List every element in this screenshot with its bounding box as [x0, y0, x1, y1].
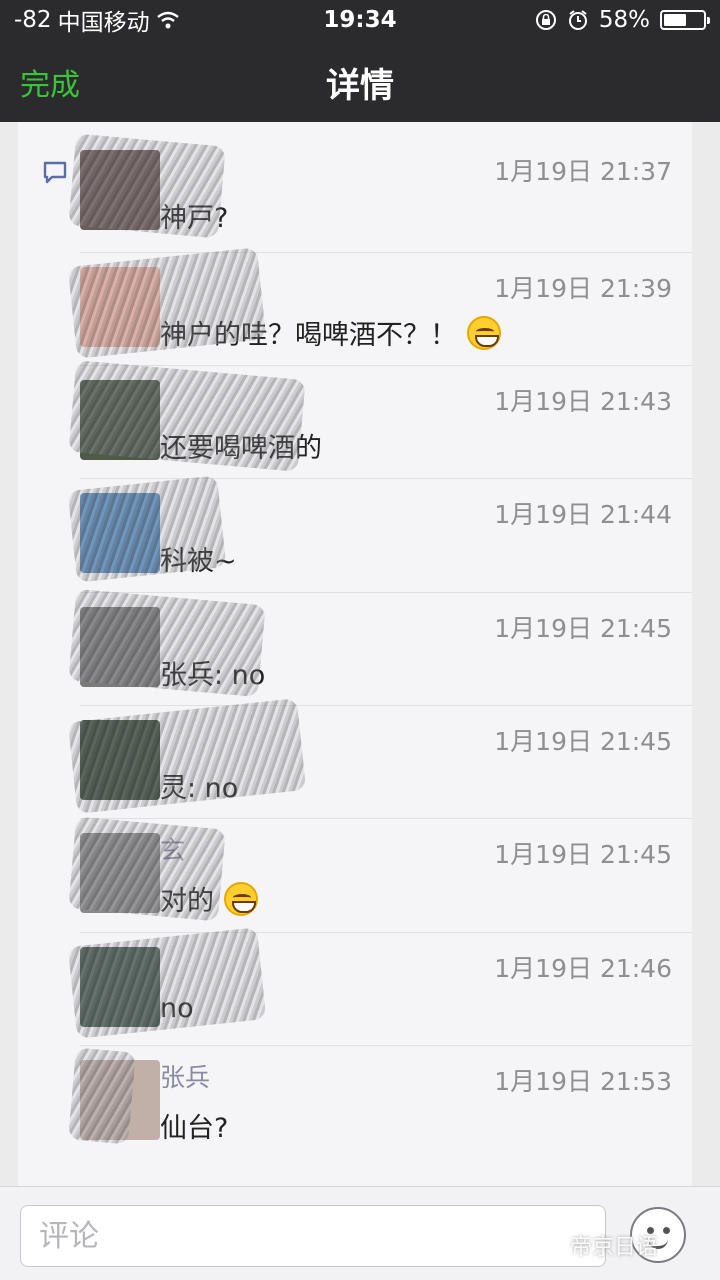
comment-row[interactable]: 张兵 1月19日 21:53 仙台?	[68, 1045, 692, 1158]
comment-row[interactable]: 1月19日 21:45张兵: no	[68, 588, 692, 705]
comment-time: 1月19日 21:37	[494, 157, 672, 186]
signal-strength: -82	[14, 7, 52, 33]
commenter-name[interactable]: 张兵	[160, 1058, 210, 1094]
emoji-eye-right	[663, 1227, 670, 1234]
watermark: 帝京日语	[570, 1235, 659, 1260]
battery-percent: 58%	[598, 7, 650, 33]
grin-emoji-icon	[467, 315, 501, 350]
redaction-scribble	[68, 1047, 136, 1145]
carrier-name: 中国移动	[57, 10, 150, 36]
comment-time: 1月19日 21:46	[494, 954, 672, 983]
comment-icon	[43, 161, 67, 184]
comment-time: 1月19日 21:39	[494, 274, 672, 303]
comment-row[interactable]: 1月19日 21:46no	[67, 927, 692, 1045]
comment-row[interactable]: 1月19日 21:39 神户的哇？喝啤酒不？！	[67, 247, 692, 365]
redaction-scribble	[68, 133, 226, 239]
comment-time: 1月19日 21:45	[494, 727, 672, 756]
comment-input[interactable]	[20, 1205, 606, 1267]
redaction-scribble	[67, 927, 267, 1039]
comment-row[interactable]: 1月19日 21:45灵: no	[67, 698, 692, 818]
comment-time: 1月19日 21:43	[494, 387, 672, 416]
battery-fill	[664, 14, 687, 26]
comment-row[interactable]: 1月19日 21:43还要喝啤酒的	[68, 360, 692, 478]
comment-row[interactable]: 1月19日 21:37神戸?	[68, 133, 692, 249]
comment-time: 1月19日 21:45	[494, 614, 672, 643]
comment-time: 1月19日 21:53	[494, 1067, 672, 1096]
battery-icon	[660, 10, 710, 30]
comment-text: 仙台?	[160, 1113, 229, 1144]
comment-row[interactable]: 玄1月19日 21:45对的	[68, 816, 692, 931]
redaction-scribble	[68, 816, 226, 922]
orientation-lock-icon	[535, 10, 556, 30]
page-title: 详情	[326, 66, 394, 106]
comment-time: 1月19日 21:45	[494, 840, 672, 869]
status-bar: -82 中国移动 19:34 58%	[0, 0, 720, 40]
comment-text-wrap: 仙台?	[160, 1106, 228, 1145]
comment-row[interactable]: 1月19日 21:44科被~	[67, 475, 692, 591]
comment-bar: 帝京日语	[0, 1186, 720, 1280]
redaction-scribble	[67, 475, 227, 583]
grin-emoji-icon	[224, 881, 258, 916]
redaction-scribble	[68, 588, 266, 698]
wifi-icon	[156, 11, 179, 29]
comment-time: 1月19日 21:44	[494, 500, 672, 529]
navigation-bar: 完成 详情	[0, 40, 720, 122]
redaction-scribble	[67, 698, 307, 814]
comment-list: 1月19日 21:37神戸?1月19日 21:39神户的哇？喝啤酒不？！1月19…	[18, 122, 692, 1186]
alarm-icon	[568, 10, 587, 30]
